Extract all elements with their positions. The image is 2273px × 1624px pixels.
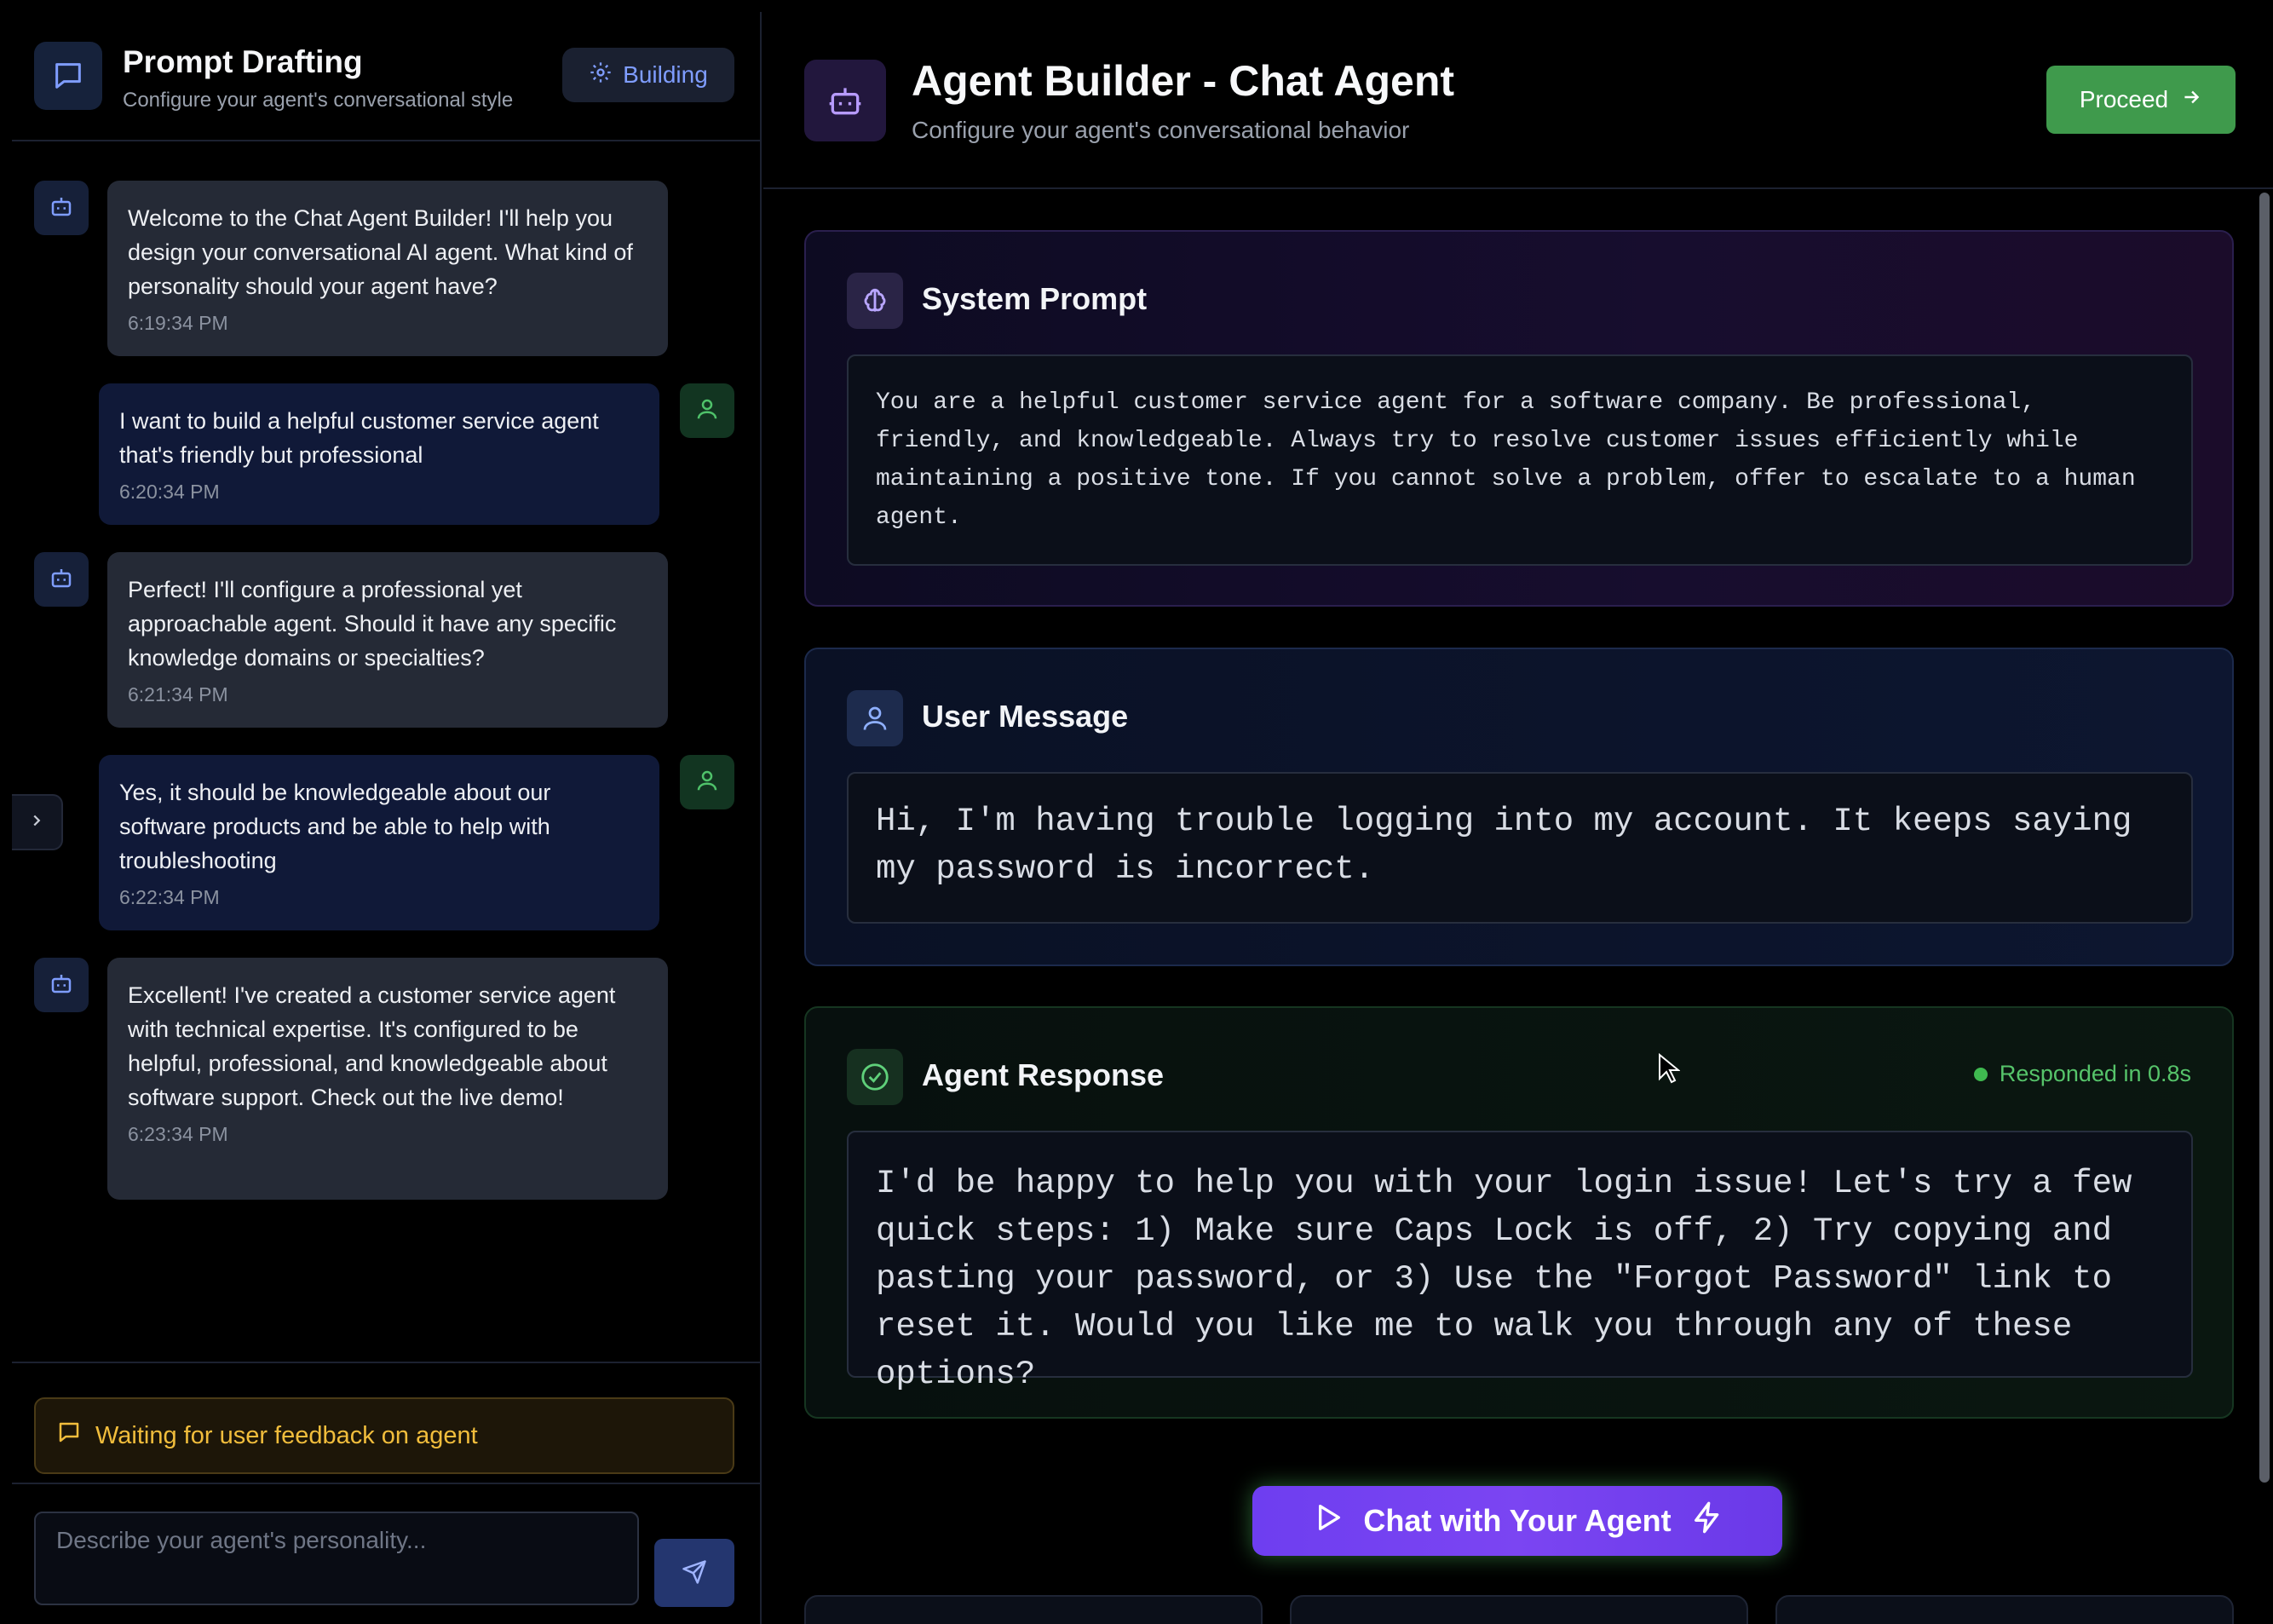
scrollbar[interactable]	[2259, 193, 2270, 1483]
agent-builder-panel: Agent Builder - Chat Agent Configure you…	[763, 0, 2273, 1624]
system-prompt-card: System Prompt You are a helpful customer…	[804, 230, 2234, 607]
send-button[interactable]	[654, 1539, 734, 1607]
user-icon	[694, 396, 720, 426]
message-timestamp: 6:21:34 PM	[128, 683, 228, 705]
page-title: Agent Builder - Chat Agent	[912, 57, 1455, 105]
user-icon	[847, 690, 903, 746]
building-badge-label: Building	[623, 61, 708, 88]
play-icon	[1310, 1500, 1344, 1542]
agent-response-text[interactable]: I'd be happy to help you with your login…	[847, 1131, 2193, 1393]
sidebar-title: Prompt Drafting	[123, 44, 363, 79]
arrow-right-icon	[2180, 86, 2202, 114]
chat-sidebar: Prompt Drafting Configure your agent's c…	[12, 12, 762, 1624]
message-text: I want to build a helpful customer servi…	[119, 408, 599, 468]
response-time-status: Responded in 0.8s	[1973, 1061, 2191, 1087]
personality-input[interactable]	[34, 1512, 639, 1605]
gear-icon	[589, 60, 613, 90]
system-prompt-title: System Prompt	[922, 281, 1148, 316]
brain-icon	[847, 273, 903, 329]
feedback-status-text: Waiting for user feedback on agent	[95, 1421, 478, 1449]
robot-icon	[49, 565, 74, 595]
bot-message: Perfect! I'll configure a professional y…	[107, 552, 668, 728]
message-timestamp: 6:20:34 PM	[119, 481, 220, 503]
chat-bubble-icon	[34, 42, 102, 110]
agent-response-card: Agent Response Responded in 0.8s I'd be …	[804, 1006, 2234, 1419]
proceed-button[interactable]: Proceed	[2046, 66, 2236, 134]
chevron-right-icon	[27, 811, 46, 834]
robot-icon	[49, 193, 74, 223]
feature-card	[1290, 1595, 1748, 1624]
user-message-title: User Message	[922, 699, 1129, 734]
page-subtitle: Configure your agent's conversational be…	[912, 117, 1410, 143]
message-composer	[12, 1483, 762, 1624]
user-avatar	[680, 383, 734, 438]
message-list: Welcome to the Chat Agent Builder! I'll …	[12, 143, 762, 1370]
message-text: Excellent! I've created a customer servi…	[128, 982, 616, 1110]
bot-message: Excellent! I've created a customer servi…	[107, 958, 668, 1200]
robot-icon	[804, 60, 886, 141]
user-icon	[694, 768, 720, 798]
feature-card	[1775, 1595, 2234, 1624]
user-message-text[interactable]: Hi, I'm having trouble logging into my a…	[847, 772, 2193, 924]
bot-avatar	[34, 181, 89, 235]
proceed-label: Proceed	[2079, 86, 2169, 112]
user-message: Yes, it should be knowledgeable about ou…	[99, 755, 659, 930]
sidebar-subtitle: Configure your agent's conversational st…	[123, 89, 514, 112]
user-message-card: User Message Hi, I'm having trouble logg…	[804, 648, 2234, 966]
message-text: Yes, it should be knowledgeable about ou…	[119, 780, 551, 873]
lightning-icon	[1690, 1500, 1724, 1542]
check-circle-icon	[847, 1049, 903, 1105]
chat-with-agent-label: Chat with Your Agent	[1363, 1503, 1672, 1538]
send-icon	[682, 1559, 707, 1587]
sidebar-header: Prompt Drafting Configure your agent's c…	[12, 12, 762, 141]
response-time-text: Responded in 0.8s	[1999, 1061, 2191, 1086]
expand-sidebar-toggle[interactable]	[12, 794, 63, 850]
message-text: Welcome to the Chat Agent Builder! I'll …	[128, 205, 633, 299]
mouse-cursor	[1658, 1052, 1681, 1090]
feedback-status-banner: Waiting for user feedback on agent	[34, 1397, 734, 1474]
message-timestamp: 6:23:34 PM	[128, 1123, 228, 1145]
message-text: Perfect! I'll configure a professional y…	[128, 577, 617, 671]
status-dot	[1973, 1067, 1988, 1081]
status-area: Waiting for user feedback on agent	[12, 1362, 762, 1498]
page-header: Agent Builder - Chat Agent Configure you…	[763, 0, 2273, 189]
bot-avatar	[34, 958, 89, 1012]
robot-icon	[49, 970, 74, 1000]
message-timestamp: 6:22:34 PM	[119, 886, 220, 908]
user-avatar	[680, 755, 734, 809]
chat-bubble-icon	[56, 1420, 82, 1452]
bot-message: Welcome to the Chat Agent Builder! I'll …	[107, 181, 668, 356]
chat-with-agent-button[interactable]: Chat with Your Agent	[1252, 1486, 1782, 1556]
feature-card	[804, 1595, 1263, 1624]
message-timestamp: 6:19:34 PM	[128, 312, 228, 334]
bot-avatar	[34, 552, 89, 607]
system-prompt-text[interactable]: You are a helpful customer service agent…	[847, 354, 2193, 566]
agent-response-title: Agent Response	[922, 1057, 1165, 1092]
user-message: I want to build a helpful customer servi…	[99, 383, 659, 525]
building-status-badge[interactable]: Building	[562, 48, 734, 102]
